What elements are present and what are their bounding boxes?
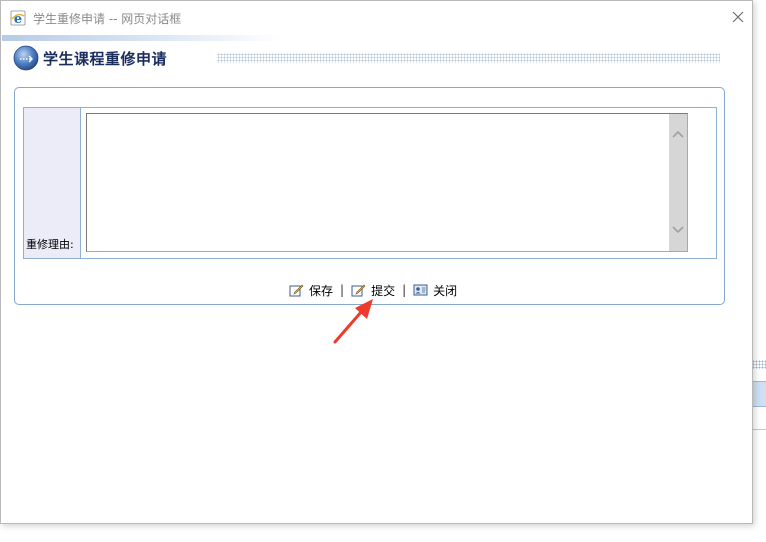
- window-title: 学生重修申请 -- 网页对话框: [33, 12, 182, 26]
- section-title: 学生课程重修申请: [43, 50, 168, 68]
- close-button[interactable]: 关闭: [413, 282, 457, 299]
- reason-label: 重修理由:: [26, 238, 74, 251]
- info-globe-icon: [13, 45, 39, 71]
- close-icon[interactable]: [728, 7, 748, 27]
- title-bar: e 学生重修申请 -- 网页对话框: [1, 1, 752, 34]
- dialog-window: e 学生重修申请 -- 网页对话框 学生课程重修申请 重修理由: 保存 | 提交…: [0, 0, 753, 524]
- reason-label-cell: 重修理由:: [24, 108, 81, 258]
- red-arrow-icon: [333, 299, 373, 344]
- background-band: [752, 381, 766, 407]
- close-label: 关闭: [433, 283, 458, 298]
- edit-icon: [289, 284, 304, 297]
- header-dotted-line: [217, 53, 720, 63]
- background-dots: [752, 360, 766, 369]
- reason-textarea[interactable]: [88, 115, 668, 250]
- form-table: 重修理由:: [23, 107, 717, 259]
- save-button[interactable]: 保存: [289, 282, 333, 299]
- separator: |: [402, 283, 407, 297]
- background-line: [752, 429, 766, 430]
- reason-textarea-frame: [86, 113, 688, 252]
- textarea-scrollbar[interactable]: [669, 114, 687, 251]
- id-card-icon: [413, 284, 428, 296]
- form-panel: 重修理由:: [14, 87, 725, 305]
- ie-icon: e: [10, 10, 26, 26]
- header-gradient-bar: [2, 35, 282, 41]
- scroll-up-icon[interactable]: [671, 128, 685, 142]
- scroll-down-icon[interactable]: [671, 222, 685, 236]
